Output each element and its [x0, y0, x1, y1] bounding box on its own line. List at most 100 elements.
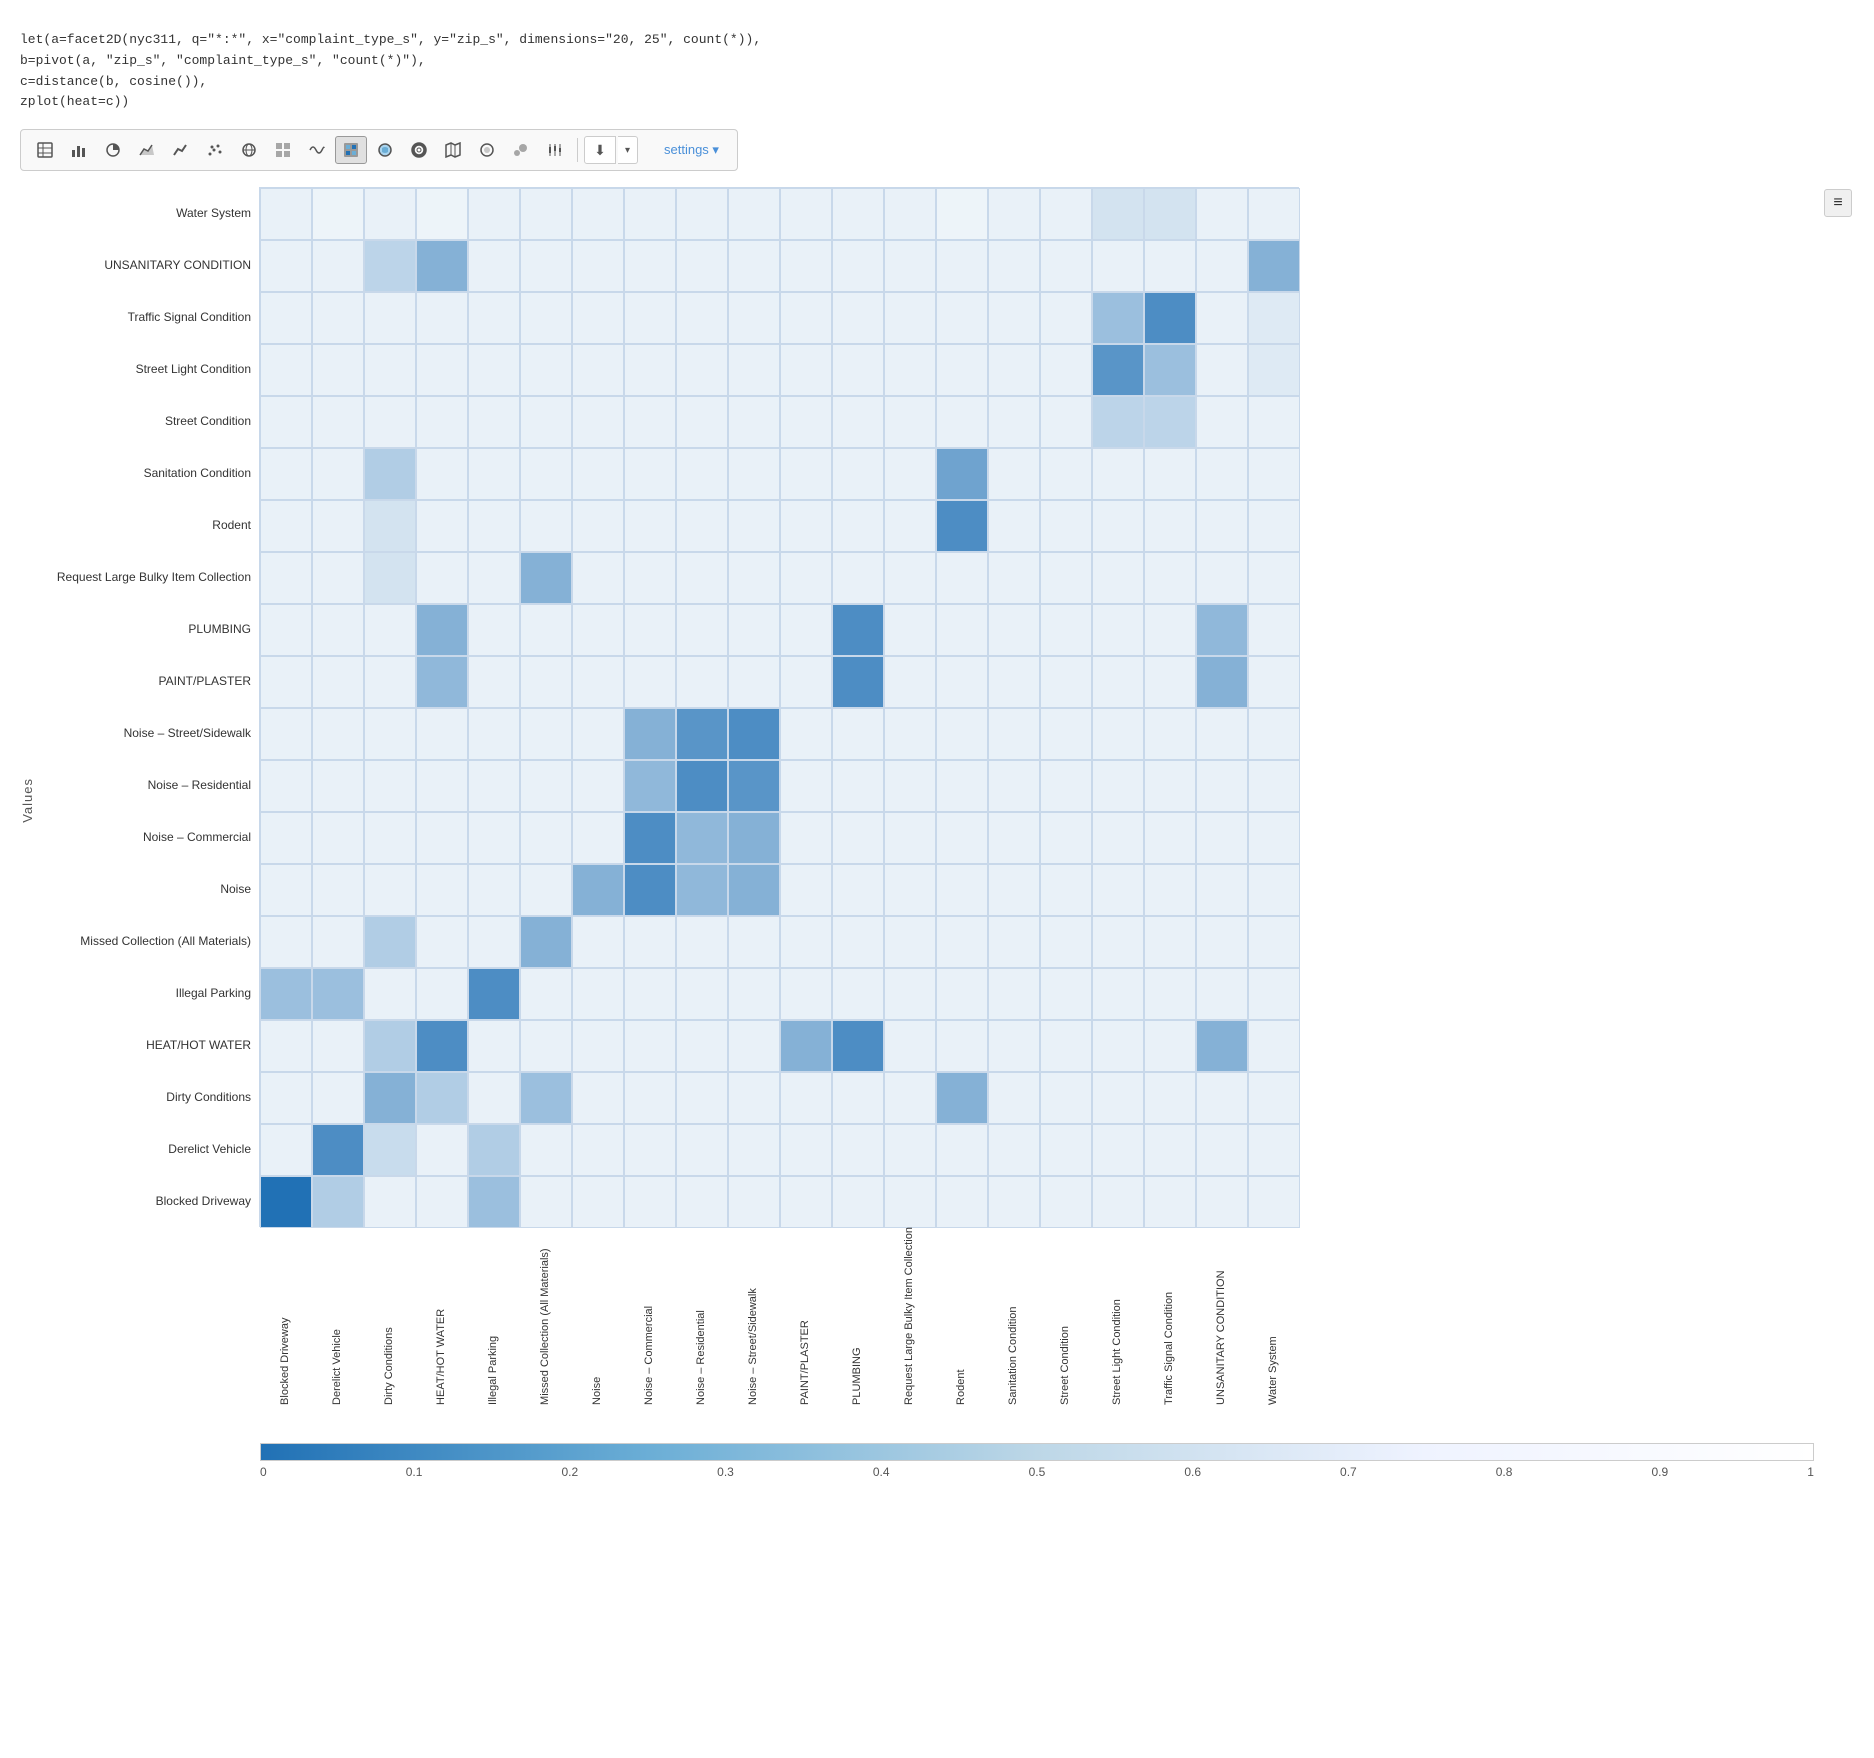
heatmap-cell[interactable]	[832, 656, 884, 708]
heatmap-cell[interactable]	[520, 968, 572, 1020]
heatmap-cell[interactable]	[416, 1176, 468, 1228]
heatmap-cell[interactable]	[676, 604, 728, 656]
heatmap-cell[interactable]	[624, 500, 676, 552]
map-btn[interactable]	[437, 136, 469, 164]
heatmap-cell[interactable]	[780, 968, 832, 1020]
heatmap-cell[interactable]	[1196, 604, 1248, 656]
heatmap-cell[interactable]	[1196, 292, 1248, 344]
heatmap-cell[interactable]	[676, 656, 728, 708]
heatmap-cell[interactable]	[572, 292, 624, 344]
heatmap-cell[interactable]	[1248, 448, 1300, 500]
heatmap-cell[interactable]	[1196, 1072, 1248, 1124]
bubble-btn[interactable]	[505, 136, 537, 164]
heatmap-cell[interactable]	[1092, 1124, 1144, 1176]
heatmap-cell[interactable]	[260, 864, 312, 916]
heatmap-cell[interactable]	[936, 1176, 988, 1228]
heatmap-cell[interactable]	[624, 188, 676, 240]
heatmap-cell[interactable]	[1092, 188, 1144, 240]
heatmap-cell[interactable]	[416, 708, 468, 760]
heatmap-cell[interactable]	[1040, 552, 1092, 604]
heatmap-cell[interactable]	[676, 1124, 728, 1176]
heatmap-cell[interactable]	[1248, 1124, 1300, 1176]
heatmap-cell[interactable]	[260, 1020, 312, 1072]
heatmap-cell[interactable]	[416, 1020, 468, 1072]
heatmap-cell[interactable]	[624, 552, 676, 604]
heatmap-cell[interactable]	[1144, 188, 1196, 240]
heatmap-cell[interactable]	[468, 656, 520, 708]
heatmap-cell[interactable]	[676, 916, 728, 968]
heatmap-cell[interactable]	[416, 916, 468, 968]
heatmap-cell[interactable]	[780, 656, 832, 708]
heatmap-cell[interactable]	[416, 500, 468, 552]
heatmap-cell[interactable]	[468, 448, 520, 500]
heatmap-cell[interactable]	[624, 396, 676, 448]
heatmap-cell[interactable]	[468, 1176, 520, 1228]
heatmap-cell[interactable]	[832, 240, 884, 292]
heatmap-cell[interactable]	[260, 240, 312, 292]
heatmap-cell[interactable]	[780, 1124, 832, 1176]
heatmap-cell[interactable]	[676, 1072, 728, 1124]
heatmap-cell[interactable]	[780, 864, 832, 916]
heatmap-cell[interactable]	[1040, 1020, 1092, 1072]
heatmap-cell[interactable]	[936, 292, 988, 344]
heatmap-cell[interactable]	[1092, 1020, 1144, 1072]
heatmap-cell[interactable]	[364, 1176, 416, 1228]
heatmap-cell[interactable]	[520, 188, 572, 240]
heatmap-cell[interactable]	[416, 292, 468, 344]
heatmap-cell[interactable]	[676, 292, 728, 344]
heatmap-btn[interactable]	[335, 136, 367, 164]
heatmap-cell[interactable]	[676, 864, 728, 916]
heatmap-cell[interactable]	[1092, 1072, 1144, 1124]
candlestick-btn[interactable]	[539, 136, 571, 164]
heatmap-cell[interactable]	[728, 1020, 780, 1072]
heatmap-cell[interactable]	[624, 812, 676, 864]
heatmap-cell[interactable]	[1092, 968, 1144, 1020]
heatmap-cell[interactable]	[780, 1072, 832, 1124]
heatmap-cell[interactable]	[780, 552, 832, 604]
heatmap-cell[interactable]	[1248, 864, 1300, 916]
heatmap-cell[interactable]	[884, 708, 936, 760]
heatmap-cell[interactable]	[520, 396, 572, 448]
heatmap-cell[interactable]	[1144, 1020, 1196, 1072]
heatmap-cell[interactable]	[988, 500, 1040, 552]
settings-btn[interactable]: settings ▾	[654, 138, 729, 162]
heatmap-cell[interactable]	[364, 552, 416, 604]
heatmap-cell[interactable]	[676, 500, 728, 552]
heatmap-cell[interactable]	[1248, 968, 1300, 1020]
heatmap-cell[interactable]	[832, 1124, 884, 1176]
heatmap-cell[interactable]	[728, 968, 780, 1020]
heatmap-cell[interactable]	[468, 760, 520, 812]
heatmap-cell[interactable]	[1144, 240, 1196, 292]
heatmap-cell[interactable]	[1144, 448, 1196, 500]
heatmap-cell[interactable]	[1040, 240, 1092, 292]
heatmap-cell[interactable]	[364, 708, 416, 760]
heatmap-cell[interactable]	[832, 396, 884, 448]
heatmap-cell[interactable]	[312, 1072, 364, 1124]
heatmap-cell[interactable]	[468, 916, 520, 968]
heatmap-cell[interactable]	[884, 1176, 936, 1228]
heatmap-cell[interactable]	[1040, 344, 1092, 396]
heatmap-cell[interactable]	[780, 1176, 832, 1228]
heatmap-cell[interactable]	[1196, 1020, 1248, 1072]
heatmap-cell[interactable]	[728, 1176, 780, 1228]
heatmap-cell[interactable]	[728, 604, 780, 656]
heatmap-cell[interactable]	[624, 916, 676, 968]
heatmap-cell[interactable]	[1092, 344, 1144, 396]
heatmap-cell[interactable]	[884, 968, 936, 1020]
heatmap-cell[interactable]	[312, 240, 364, 292]
heatmap-cell[interactable]	[364, 396, 416, 448]
heatmap-cell[interactable]	[884, 864, 936, 916]
heatmap-cell[interactable]	[416, 1124, 468, 1176]
heatmap-cell[interactable]	[1092, 552, 1144, 604]
heatmap-cell[interactable]	[988, 864, 1040, 916]
heatmap-cell[interactable]	[520, 1020, 572, 1072]
heatmap-cell[interactable]	[988, 604, 1040, 656]
heatmap-cell[interactable]	[260, 812, 312, 864]
heatmap-cell[interactable]	[728, 448, 780, 500]
heatmap-cell[interactable]	[520, 552, 572, 604]
heatmap-cell[interactable]	[1040, 708, 1092, 760]
heatmap-cell[interactable]	[728, 188, 780, 240]
heatmap-cell[interactable]	[1248, 240, 1300, 292]
heatmap-cell[interactable]	[364, 292, 416, 344]
heatmap-cell[interactable]	[884, 812, 936, 864]
